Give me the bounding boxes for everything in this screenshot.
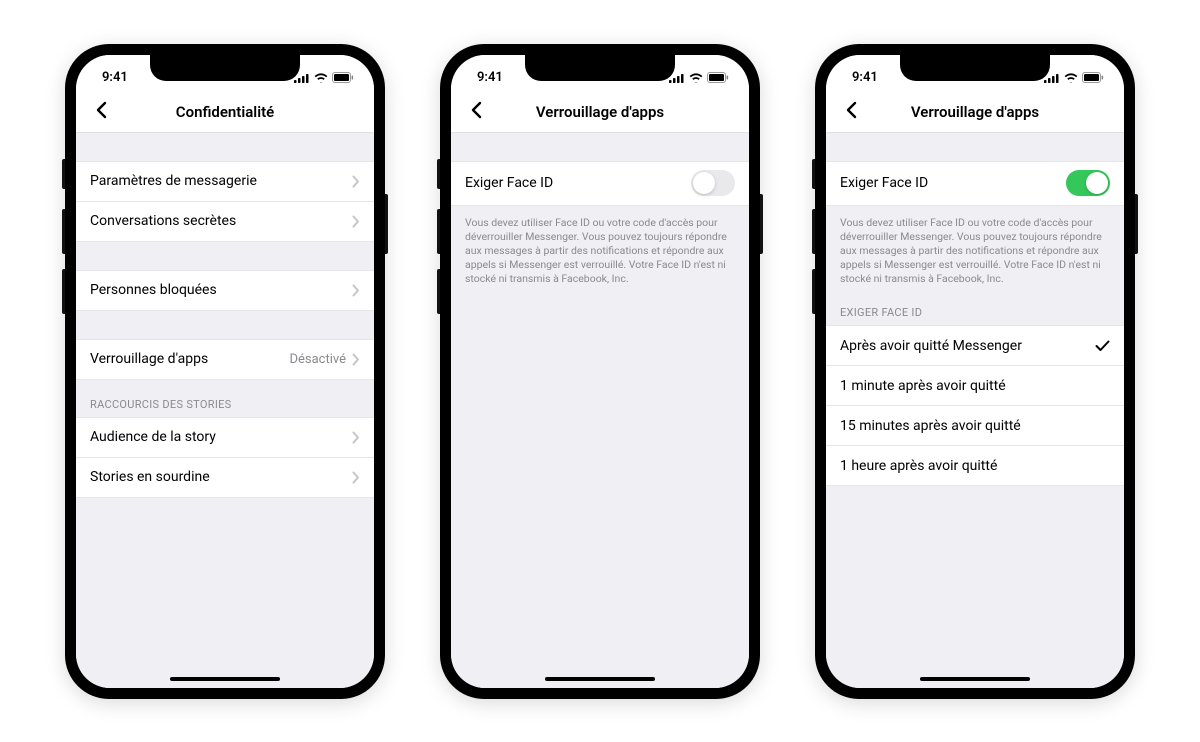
wifi-icon xyxy=(1064,73,1078,83)
back-button[interactable] xyxy=(836,97,866,127)
row-app-lock[interactable]: Verrouillage d'apps Désactivé xyxy=(76,340,374,380)
back-button[interactable] xyxy=(461,97,491,127)
chevron-left-icon xyxy=(95,101,107,123)
home-indicator[interactable] xyxy=(920,677,1030,681)
chevron-right-icon xyxy=(352,215,360,228)
notch xyxy=(525,55,675,81)
phone-mockup-applock-on: 9:41 Verrouillage d'apps Exiger Face ID … xyxy=(815,44,1135,699)
status-time: 9:41 xyxy=(477,70,503,85)
row-label: Après avoir quitté Messenger xyxy=(840,338,1095,354)
nav-bar: Confidentialité xyxy=(76,93,374,133)
battery-icon xyxy=(332,72,354,83)
section-header-stories: RACCOURCIS DES STORIES xyxy=(76,380,374,417)
row-label: Conversations secrètes xyxy=(90,213,352,229)
chevron-left-icon xyxy=(845,101,857,123)
footer-description: Vous devez utiliser Face ID ou votre cod… xyxy=(826,206,1124,297)
chevron-right-icon xyxy=(352,284,360,297)
row-label: Stories en sourdine xyxy=(90,469,352,485)
row-label: Personnes bloquées xyxy=(90,282,352,298)
content-area: Exiger Face ID Vous devez utiliser Face … xyxy=(451,133,749,688)
app-lock-status: Désactivé xyxy=(289,352,346,367)
page-title: Verrouillage d'apps xyxy=(536,103,664,121)
row-require-faceid[interactable]: Exiger Face ID xyxy=(826,162,1124,206)
wifi-icon xyxy=(314,73,328,83)
notch xyxy=(900,55,1050,81)
row-muted-stories[interactable]: Stories en sourdine xyxy=(76,458,374,498)
row-blocked-people[interactable]: Personnes bloquées xyxy=(76,271,374,311)
nav-bar: Verrouillage d'apps xyxy=(826,93,1124,133)
check-icon xyxy=(1095,340,1110,352)
option-after-leaving[interactable]: Après avoir quitté Messenger xyxy=(826,326,1124,366)
option-1-minute[interactable]: 1 minute après avoir quitté xyxy=(826,366,1124,406)
wifi-icon xyxy=(689,73,703,83)
battery-icon xyxy=(707,72,729,83)
row-story-audience[interactable]: Audience de la story xyxy=(76,418,374,458)
row-require-faceid[interactable]: Exiger Face ID xyxy=(451,162,749,206)
faceid-toggle[interactable] xyxy=(691,170,735,196)
option-1-hour[interactable]: 1 heure après avoir quitté xyxy=(826,446,1124,486)
content-area: Exiger Face ID Vous devez utiliser Face … xyxy=(826,133,1124,688)
row-label: Exiger Face ID xyxy=(840,175,1066,191)
row-label: 1 heure après avoir quitté xyxy=(840,458,1110,474)
row-label: 15 minutes après avoir quitté xyxy=(840,418,1110,434)
content-area: Paramètres de messagerie Conversations s… xyxy=(76,133,374,688)
row-label: Paramètres de messagerie xyxy=(90,173,352,189)
chevron-left-icon xyxy=(470,101,482,123)
status-time: 9:41 xyxy=(102,70,128,85)
home-indicator[interactable] xyxy=(545,677,655,681)
chevron-right-icon xyxy=(352,175,360,188)
phone-mockup-applock-off: 9:41 Verrouillage d'apps Exiger Face ID … xyxy=(440,44,760,699)
nav-bar: Verrouillage d'apps xyxy=(451,93,749,133)
home-indicator[interactable] xyxy=(170,677,280,681)
status-time: 9:41 xyxy=(852,70,878,85)
phone-mockup-privacy: 9:41 Confidentialité Paramètres de messa… xyxy=(65,44,385,699)
option-15-minutes[interactable]: 15 minutes après avoir quitté xyxy=(826,406,1124,446)
page-title: Confidentialité xyxy=(176,103,274,121)
faceid-toggle[interactable] xyxy=(1066,170,1110,196)
row-label: 1 minute après avoir quitté xyxy=(840,378,1110,394)
notch xyxy=(150,55,300,81)
row-messaging-settings[interactable]: Paramètres de messagerie xyxy=(76,162,374,202)
battery-icon xyxy=(1082,72,1104,83)
chevron-right-icon xyxy=(352,353,360,366)
back-button[interactable] xyxy=(86,97,116,127)
row-label: Verrouillage d'apps xyxy=(90,351,289,367)
section-header-exiger: EXIGER FACE ID xyxy=(826,296,1124,325)
page-title: Verrouillage d'apps xyxy=(911,103,1039,121)
row-label: Audience de la story xyxy=(90,429,352,445)
chevron-right-icon xyxy=(352,431,360,444)
chevron-right-icon xyxy=(352,471,360,484)
row-secret-conversations[interactable]: Conversations secrètes xyxy=(76,202,374,242)
footer-description: Vous devez utiliser Face ID ou votre cod… xyxy=(451,206,749,297)
row-label: Exiger Face ID xyxy=(465,175,691,191)
